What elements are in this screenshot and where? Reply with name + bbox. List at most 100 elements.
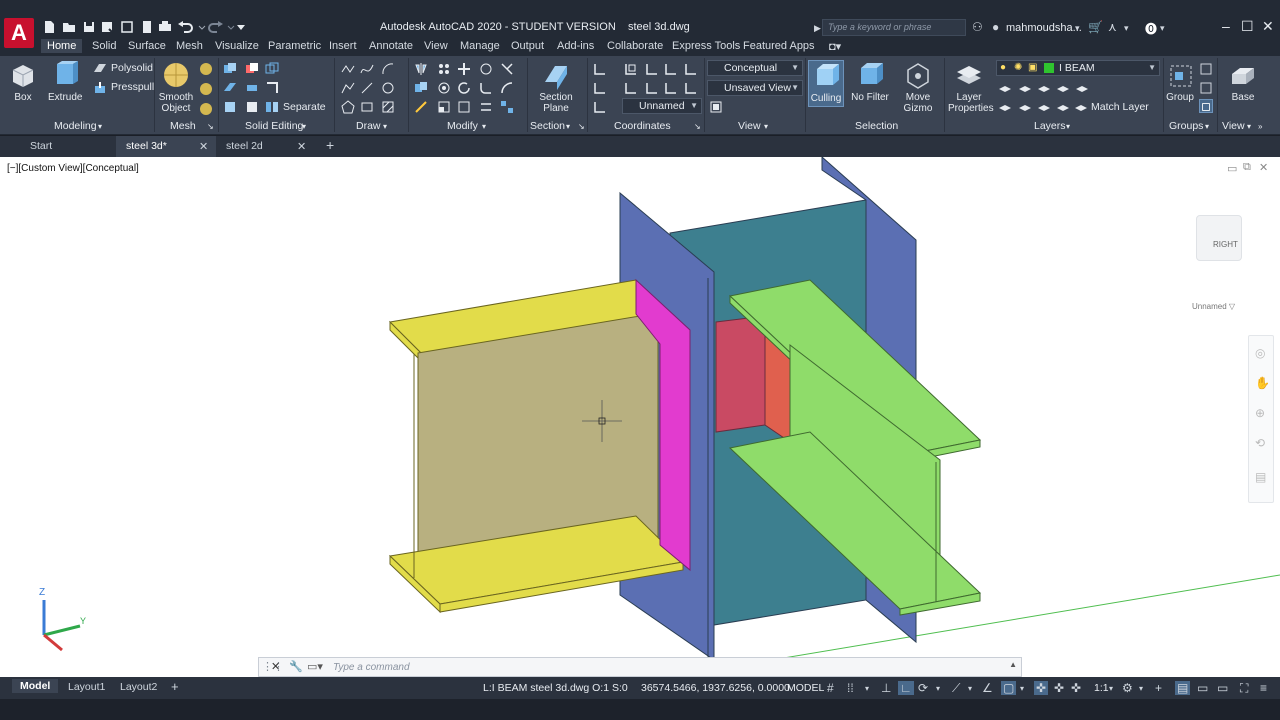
mesh-tool-3-icon[interactable]	[199, 102, 213, 116]
tab-surface[interactable]: Surface	[128, 40, 166, 52]
panel-section[interactable]: Section	[530, 120, 565, 132]
viewcube-ucs-menu[interactable]: Unnamed ▽	[1192, 302, 1235, 311]
array-icon[interactable]	[437, 62, 451, 76]
ucs-world-icon[interactable]	[624, 62, 638, 76]
interfere-icon[interactable]	[223, 100, 237, 114]
steering-wheel-icon[interactable]: ◎	[1255, 346, 1265, 360]
object-snap-icon[interactable]: ▢	[1001, 681, 1017, 695]
3d-rotate-icon[interactable]	[437, 81, 451, 95]
tab-manage[interactable]: Manage	[460, 40, 500, 52]
tab-mesh[interactable]: Mesh	[176, 40, 203, 52]
polar-tracking-icon[interactable]: ⟳	[918, 681, 928, 695]
panel-view-base[interactable]: View	[1222, 120, 1245, 132]
layer-select[interactable]: ● ✺ ▣ I BEAM ▼	[996, 60, 1160, 76]
3d-array-icon[interactable]	[479, 62, 493, 76]
ribbon-toggle-icon[interactable]: ◘▾	[829, 40, 841, 53]
tab-featured-apps[interactable]: Featured Apps	[743, 40, 815, 52]
model-space-toggle[interactable]: MODEL	[787, 682, 824, 694]
ucs-previous-icon[interactable]	[593, 100, 607, 114]
view-dropdown-icon[interactable]: ▾	[764, 122, 768, 131]
layer-tool-9-icon[interactable]	[1056, 100, 1070, 114]
solid-editing-dropdown-icon[interactable]: ▾	[302, 122, 306, 131]
auto-scale-icon[interactable]: ✜	[1054, 681, 1064, 695]
ucs-3point-icon[interactable]	[684, 62, 698, 76]
infer-constraints-icon[interactable]: ⊥	[881, 681, 891, 695]
modify-dropdown-icon[interactable]: ▾	[482, 122, 486, 131]
panel-modify[interactable]: Modify	[447, 120, 478, 132]
isometric-icon[interactable]: ⟋	[952, 681, 960, 696]
close-tab-icon[interactable]: ✕	[297, 140, 306, 153]
hatch-icon[interactable]	[381, 100, 395, 114]
layers-dropdown-icon[interactable]: ▾	[1066, 122, 1070, 131]
modeling-dropdown-icon[interactable]: ▾	[98, 122, 102, 131]
layer-tool-1-icon[interactable]	[998, 81, 1012, 95]
pan-hand-icon[interactable]: ✋	[1255, 376, 1270, 390]
grid-icon[interactable]: #	[827, 681, 834, 695]
base-view-button[interactable]: Base	[1226, 60, 1260, 103]
polyline-icon[interactable]	[341, 62, 355, 76]
viewcube-face-label[interactable]: RIGHT	[1213, 240, 1238, 249]
subtract-icon[interactable]	[245, 62, 259, 76]
thicken-icon[interactable]	[245, 81, 259, 95]
extrude-button[interactable]: Extrude	[48, 60, 82, 103]
command-line[interactable]: ⋮⋮ ✕ 🔧 ▭▾ Type a command ▲	[258, 657, 1022, 677]
new-tab-plus-icon[interactable]: +	[326, 137, 334, 153]
navigation-bar[interactable]: ◎ ✋ ⊕ ⟲ ▤	[1248, 335, 1274, 503]
tab-annotate[interactable]: Annotate	[369, 40, 413, 52]
zoom-extents-icon[interactable]: ⊕	[1255, 406, 1265, 420]
fillet-edge-icon[interactable]	[500, 81, 514, 95]
tab-collaborate[interactable]: Collaborate	[607, 40, 663, 52]
plot-icon[interactable]	[140, 20, 154, 34]
rectangle-icon[interactable]	[360, 100, 374, 114]
groups-dropdown-icon[interactable]: ▾	[1205, 122, 1209, 131]
culling-button[interactable]: Culling	[808, 60, 844, 107]
lock-ui-icon[interactable]: ▭	[1217, 681, 1228, 695]
undo-icon[interactable]	[177, 20, 207, 34]
help-icon[interactable]: ⓿	[1145, 20, 1157, 37]
named-view-select[interactable]: Unsaved View ▼	[707, 80, 803, 96]
panel-layers[interactable]: Layers	[1034, 120, 1066, 132]
redo-icon[interactable]	[206, 20, 236, 34]
group-selection-icon[interactable]	[1199, 99, 1213, 113]
cart-icon[interactable]: 🛒	[1088, 20, 1103, 34]
move-gizmo-button[interactable]: Move Gizmo	[900, 60, 936, 114]
tab-visualize[interactable]: Visualize	[215, 40, 259, 52]
annotation-visibility-icon[interactable]: ✜	[1034, 681, 1049, 695]
minimize-button[interactable]: –	[1222, 18, 1230, 34]
customization-menu-icon[interactable]: ≡	[1260, 681, 1267, 695]
viewport-config-icon[interactable]	[709, 100, 723, 114]
showmotion-icon[interactable]: ▤	[1255, 470, 1266, 484]
fillet-icon[interactable]	[479, 81, 493, 95]
a360-dropdown-icon[interactable]: ▾	[1124, 23, 1129, 34]
union-icon[interactable]	[223, 62, 237, 76]
ucs-x-icon[interactable]	[664, 81, 678, 95]
trim-icon[interactable]	[500, 62, 514, 76]
open-file-icon[interactable]	[62, 20, 76, 34]
ucs-object-icon[interactable]	[624, 81, 638, 95]
panel-mesh[interactable]: Mesh	[170, 120, 196, 132]
stretch-icon[interactable]	[414, 100, 428, 114]
tab-output[interactable]: Output	[511, 40, 544, 52]
mirror-icon[interactable]	[414, 62, 428, 76]
layout1-tab[interactable]: Layout1	[68, 681, 105, 693]
visual-style-select[interactable]: Conceptual ▼	[707, 60, 803, 76]
box-button[interactable]: Box	[8, 60, 38, 103]
tab-express-tools[interactable]: Express Tools	[672, 40, 740, 52]
ucs-origin-icon[interactable]	[645, 62, 659, 76]
ucs-y-icon[interactable]	[684, 81, 698, 95]
clean-screen-icon[interactable]: ⛶	[1240, 681, 1248, 696]
add-layout-plus-icon[interactable]: +	[171, 679, 179, 694]
mesh-tool-1-icon[interactable]	[199, 62, 213, 76]
units-icon[interactable]: ▤	[1175, 681, 1191, 695]
layer-tool-3-icon[interactable]	[1037, 81, 1051, 95]
move-icon[interactable]	[457, 62, 471, 76]
view-base-dropdown-icon[interactable]: ▾	[1247, 122, 1251, 131]
scale-icon[interactable]	[437, 100, 451, 114]
search-input[interactable]: Type a keyword or phrase	[822, 19, 966, 36]
new-file-icon[interactable]	[42, 20, 56, 34]
3d-model-scene[interactable]	[0, 157, 1280, 677]
layout2-tab[interactable]: Layout2	[120, 681, 157, 693]
snap-mode-icon[interactable]: ⁞⁞	[847, 681, 854, 695]
scale-dropdown-icon[interactable]: ▾	[1109, 684, 1113, 693]
close-command-icon[interactable]: ✕	[271, 660, 280, 673]
